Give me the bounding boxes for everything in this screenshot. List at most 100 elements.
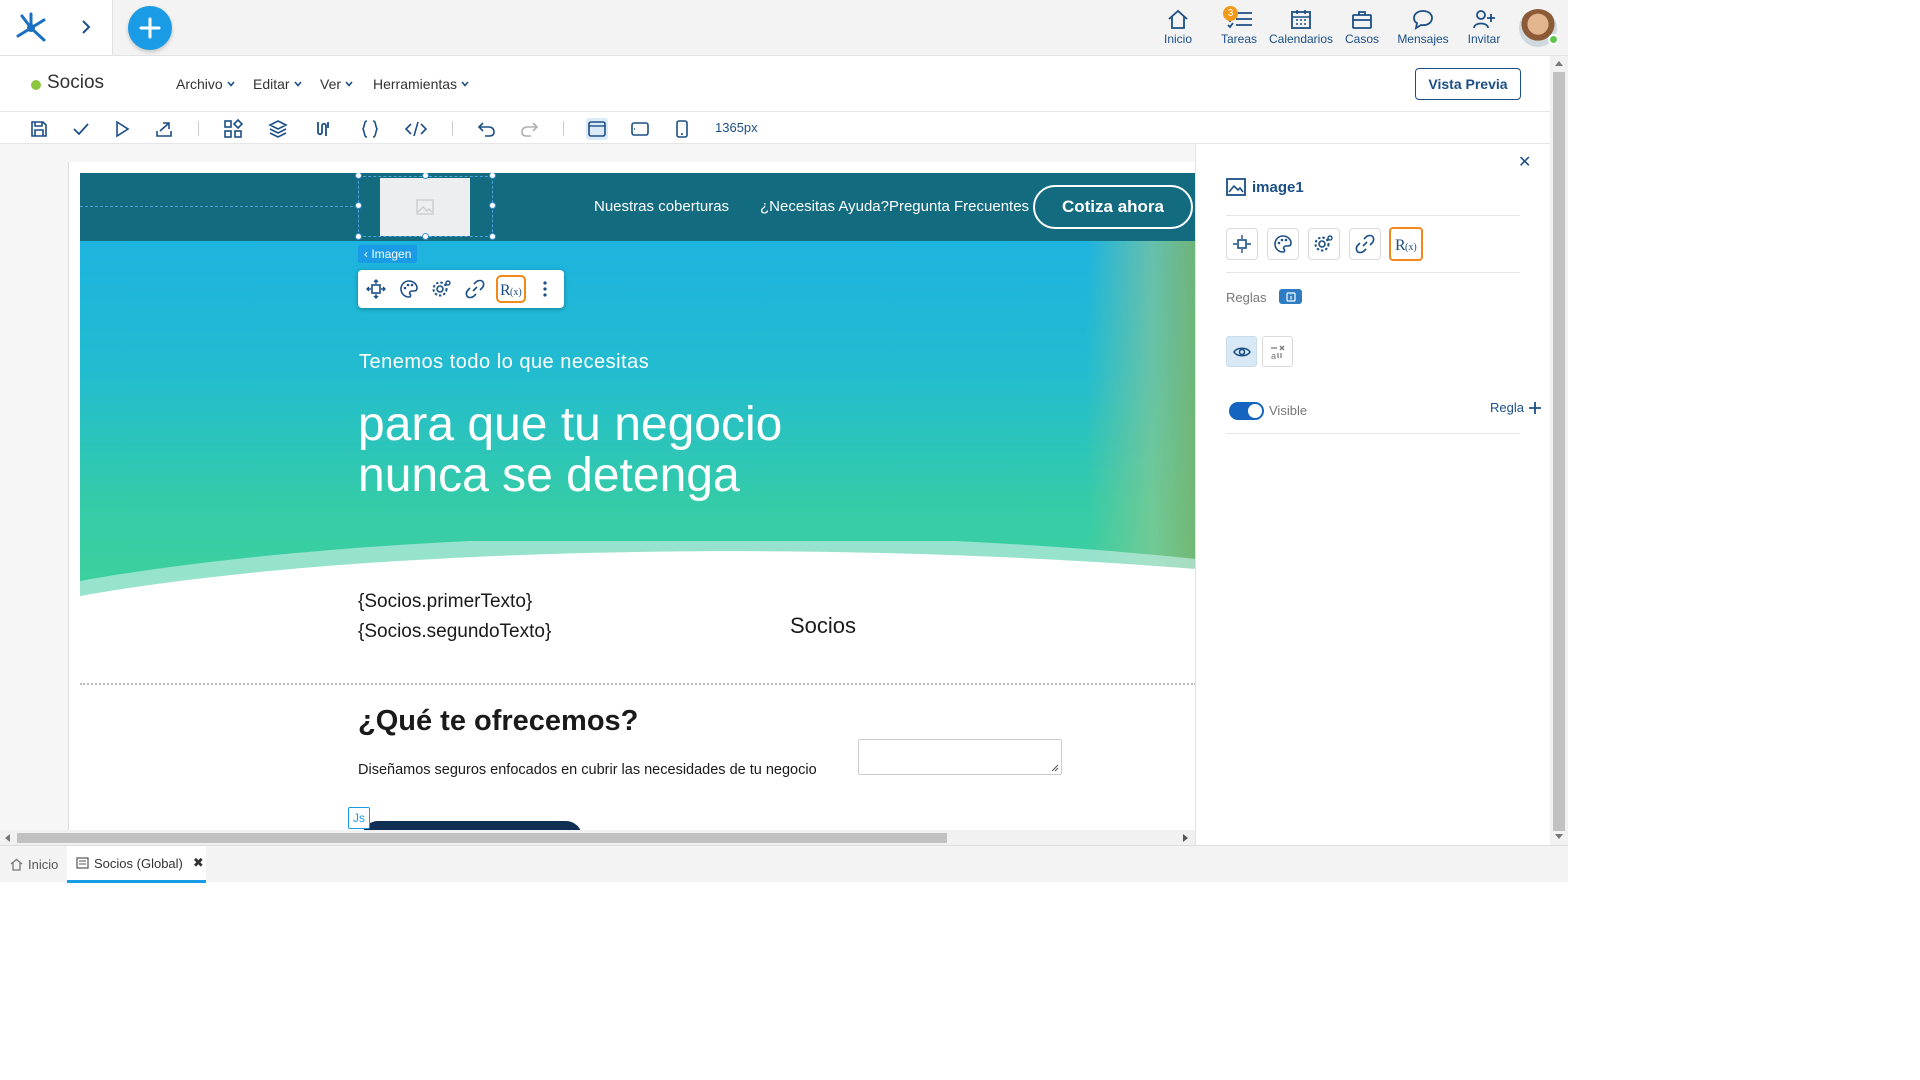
create-new-button[interactable] bbox=[128, 6, 172, 50]
resize-handle-bottom[interactable] bbox=[422, 233, 429, 240]
code-icon bbox=[405, 121, 427, 137]
scroll-up-icon[interactable] bbox=[1555, 61, 1563, 67]
nav-link-coberturas[interactable]: Nuestras coberturas bbox=[594, 198, 729, 215]
user-avatar[interactable] bbox=[1519, 9, 1559, 47]
resize-handle-bottom-right[interactable] bbox=[489, 233, 496, 240]
bottom-tab-inicio[interactable]: Inicio bbox=[10, 846, 58, 883]
save-icon bbox=[31, 121, 47, 137]
resize-grip-icon[interactable] bbox=[1051, 764, 1059, 772]
scroll-right-icon[interactable] bbox=[1183, 834, 1189, 842]
add-user-icon bbox=[1473, 10, 1495, 29]
tasks-badge: 3 bbox=[1223, 6, 1238, 21]
section-divider bbox=[80, 683, 1195, 685]
vertical-scrollbar[interactable] bbox=[1550, 56, 1568, 845]
menu-herramientas[interactable]: Herramientas bbox=[373, 76, 470, 92]
hero-section[interactable]: Tenemos todo lo que necesitas para que t… bbox=[80, 241, 1195, 611]
panel-tab-link[interactable] bbox=[1349, 228, 1381, 260]
menu-archivo[interactable]: Archivo bbox=[176, 76, 236, 92]
chevron-down-icon bbox=[293, 81, 302, 87]
resize-handle-bottom-left[interactable] bbox=[355, 233, 362, 240]
menu-ver[interactable]: Ver bbox=[320, 76, 354, 92]
style-tool-button[interactable] bbox=[396, 276, 422, 302]
redo-button[interactable] bbox=[518, 118, 540, 140]
close-tab-icon[interactable]: ✖ bbox=[193, 855, 204, 871]
close-panel-button[interactable]: ✕ bbox=[1518, 152, 1531, 172]
visible-toggle[interactable] bbox=[1229, 402, 1264, 420]
save-button[interactable] bbox=[28, 118, 50, 140]
cotiza-button[interactable]: Cotiza ahora bbox=[1033, 185, 1193, 229]
nav-label: Inicio bbox=[1163, 32, 1192, 46]
panel-tab-settings[interactable] bbox=[1308, 228, 1340, 260]
data-sources-button[interactable] bbox=[312, 118, 334, 140]
panel-tab-position[interactable] bbox=[1226, 228, 1258, 260]
rules-info-button[interactable] bbox=[1279, 289, 1302, 304]
preview-button[interactable]: Vista Previa bbox=[1415, 68, 1521, 100]
vertical-scroll-thumb[interactable] bbox=[1553, 72, 1565, 831]
properties-panel: ✕ image1 R (x) Reglas a Visible Regla bbox=[1195, 144, 1550, 845]
resize-handle-left[interactable] bbox=[355, 202, 362, 209]
menu-label: Herramientas bbox=[373, 76, 458, 92]
chat-icon bbox=[1413, 10, 1433, 30]
dark-action-button[interactable] bbox=[362, 821, 582, 830]
resize-handle-right[interactable] bbox=[489, 202, 496, 209]
mobile-view-button[interactable] bbox=[671, 118, 693, 140]
document-title: Socios bbox=[47, 72, 105, 93]
tablet-icon bbox=[631, 122, 649, 136]
nav-mensajes[interactable]: Mensajes bbox=[1397, 8, 1449, 48]
svg-text:a: a bbox=[1271, 351, 1276, 361]
alignment-guide bbox=[80, 206, 358, 207]
offer-title[interactable]: ¿Qué te ofrecemos? bbox=[358, 705, 638, 738]
nav-casos[interactable]: Casos bbox=[1345, 8, 1379, 48]
offer-description[interactable]: Diseñamos seguros enfocados en cubrir la… bbox=[358, 762, 817, 778]
app-logo-icon[interactable] bbox=[14, 10, 50, 44]
braces-icon bbox=[362, 120, 378, 138]
scroll-left-icon[interactable] bbox=[5, 834, 11, 842]
socios-heading[interactable]: Socios bbox=[790, 613, 856, 639]
scripts-button[interactable] bbox=[359, 118, 381, 140]
undo-button[interactable] bbox=[476, 118, 498, 140]
position-tool-button[interactable] bbox=[363, 276, 389, 302]
layers-icon bbox=[268, 120, 288, 138]
bottom-tab-socios[interactable]: Socios (Global) ✖ bbox=[67, 846, 206, 883]
rules-tool-button[interactable]: R (x) bbox=[496, 275, 526, 303]
panel-tab-rules[interactable]: R (x) bbox=[1389, 227, 1423, 261]
hero-subtitle: Tenemos todo lo que necesitas bbox=[359, 351, 650, 373]
text-area-input[interactable] bbox=[858, 739, 1062, 775]
panel-tab-style[interactable] bbox=[1267, 228, 1299, 260]
rules-icon: R (x) bbox=[1395, 237, 1417, 253]
site-navbar[interactable]: Nuestras coberturas ¿Necesitas Ayuda?Pre… bbox=[80, 173, 1195, 241]
validate-button[interactable] bbox=[70, 118, 92, 140]
socios-text-block[interactable]: {Socios.primerTexto} {Socios.segundoText… bbox=[358, 587, 551, 647]
rule-type-visibility[interactable] bbox=[1226, 336, 1257, 367]
viewport-width-label: 1365px bbox=[715, 120, 758, 135]
scroll-down-icon[interactable] bbox=[1555, 834, 1563, 840]
design-canvas[interactable]: Nuestras coberturas ¿Necesitas Ayuda?Pre… bbox=[0, 144, 1195, 830]
publish-button[interactable] bbox=[153, 118, 175, 140]
selected-element-label[interactable]: ‹ Imagen bbox=[358, 245, 418, 263]
nav-inicio[interactable]: Inicio bbox=[1160, 8, 1196, 48]
nav-invitar[interactable]: Invitar bbox=[1467, 8, 1501, 48]
panel-divider bbox=[1226, 272, 1520, 273]
calendar-icon bbox=[1291, 10, 1311, 29]
horizontal-scroll-thumb[interactable] bbox=[17, 833, 947, 843]
link-tool-button[interactable] bbox=[462, 276, 488, 302]
primer-texto: {Socios.primerTexto} bbox=[358, 591, 533, 612]
source-code-button[interactable] bbox=[405, 118, 427, 140]
rule-type-value[interactable]: a bbox=[1262, 336, 1293, 367]
chevron-right-icon[interactable] bbox=[76, 17, 96, 37]
settings-tool-button[interactable] bbox=[429, 276, 455, 302]
layers-button[interactable] bbox=[267, 118, 289, 140]
tablet-view-button[interactable] bbox=[629, 118, 651, 140]
horizontal-scrollbar[interactable] bbox=[0, 830, 1195, 845]
run-button[interactable] bbox=[111, 118, 133, 140]
form-icon bbox=[76, 857, 89, 869]
more-options-button[interactable] bbox=[532, 276, 558, 302]
nav-tareas[interactable]: 3 Tareas bbox=[1220, 6, 1258, 48]
desktop-view-button[interactable] bbox=[586, 118, 608, 140]
menu-editar[interactable]: Editar bbox=[253, 76, 303, 92]
nav-calendarios[interactable]: Calendarios bbox=[1269, 8, 1333, 48]
components-button[interactable] bbox=[222, 118, 244, 140]
nav-link-ayuda[interactable]: ¿Necesitas Ayuda?Pregunta Frecuentes bbox=[760, 198, 1029, 215]
add-rule-button[interactable]: Regla bbox=[1490, 400, 1542, 415]
js-badge[interactable]: Js bbox=[348, 807, 370, 829]
